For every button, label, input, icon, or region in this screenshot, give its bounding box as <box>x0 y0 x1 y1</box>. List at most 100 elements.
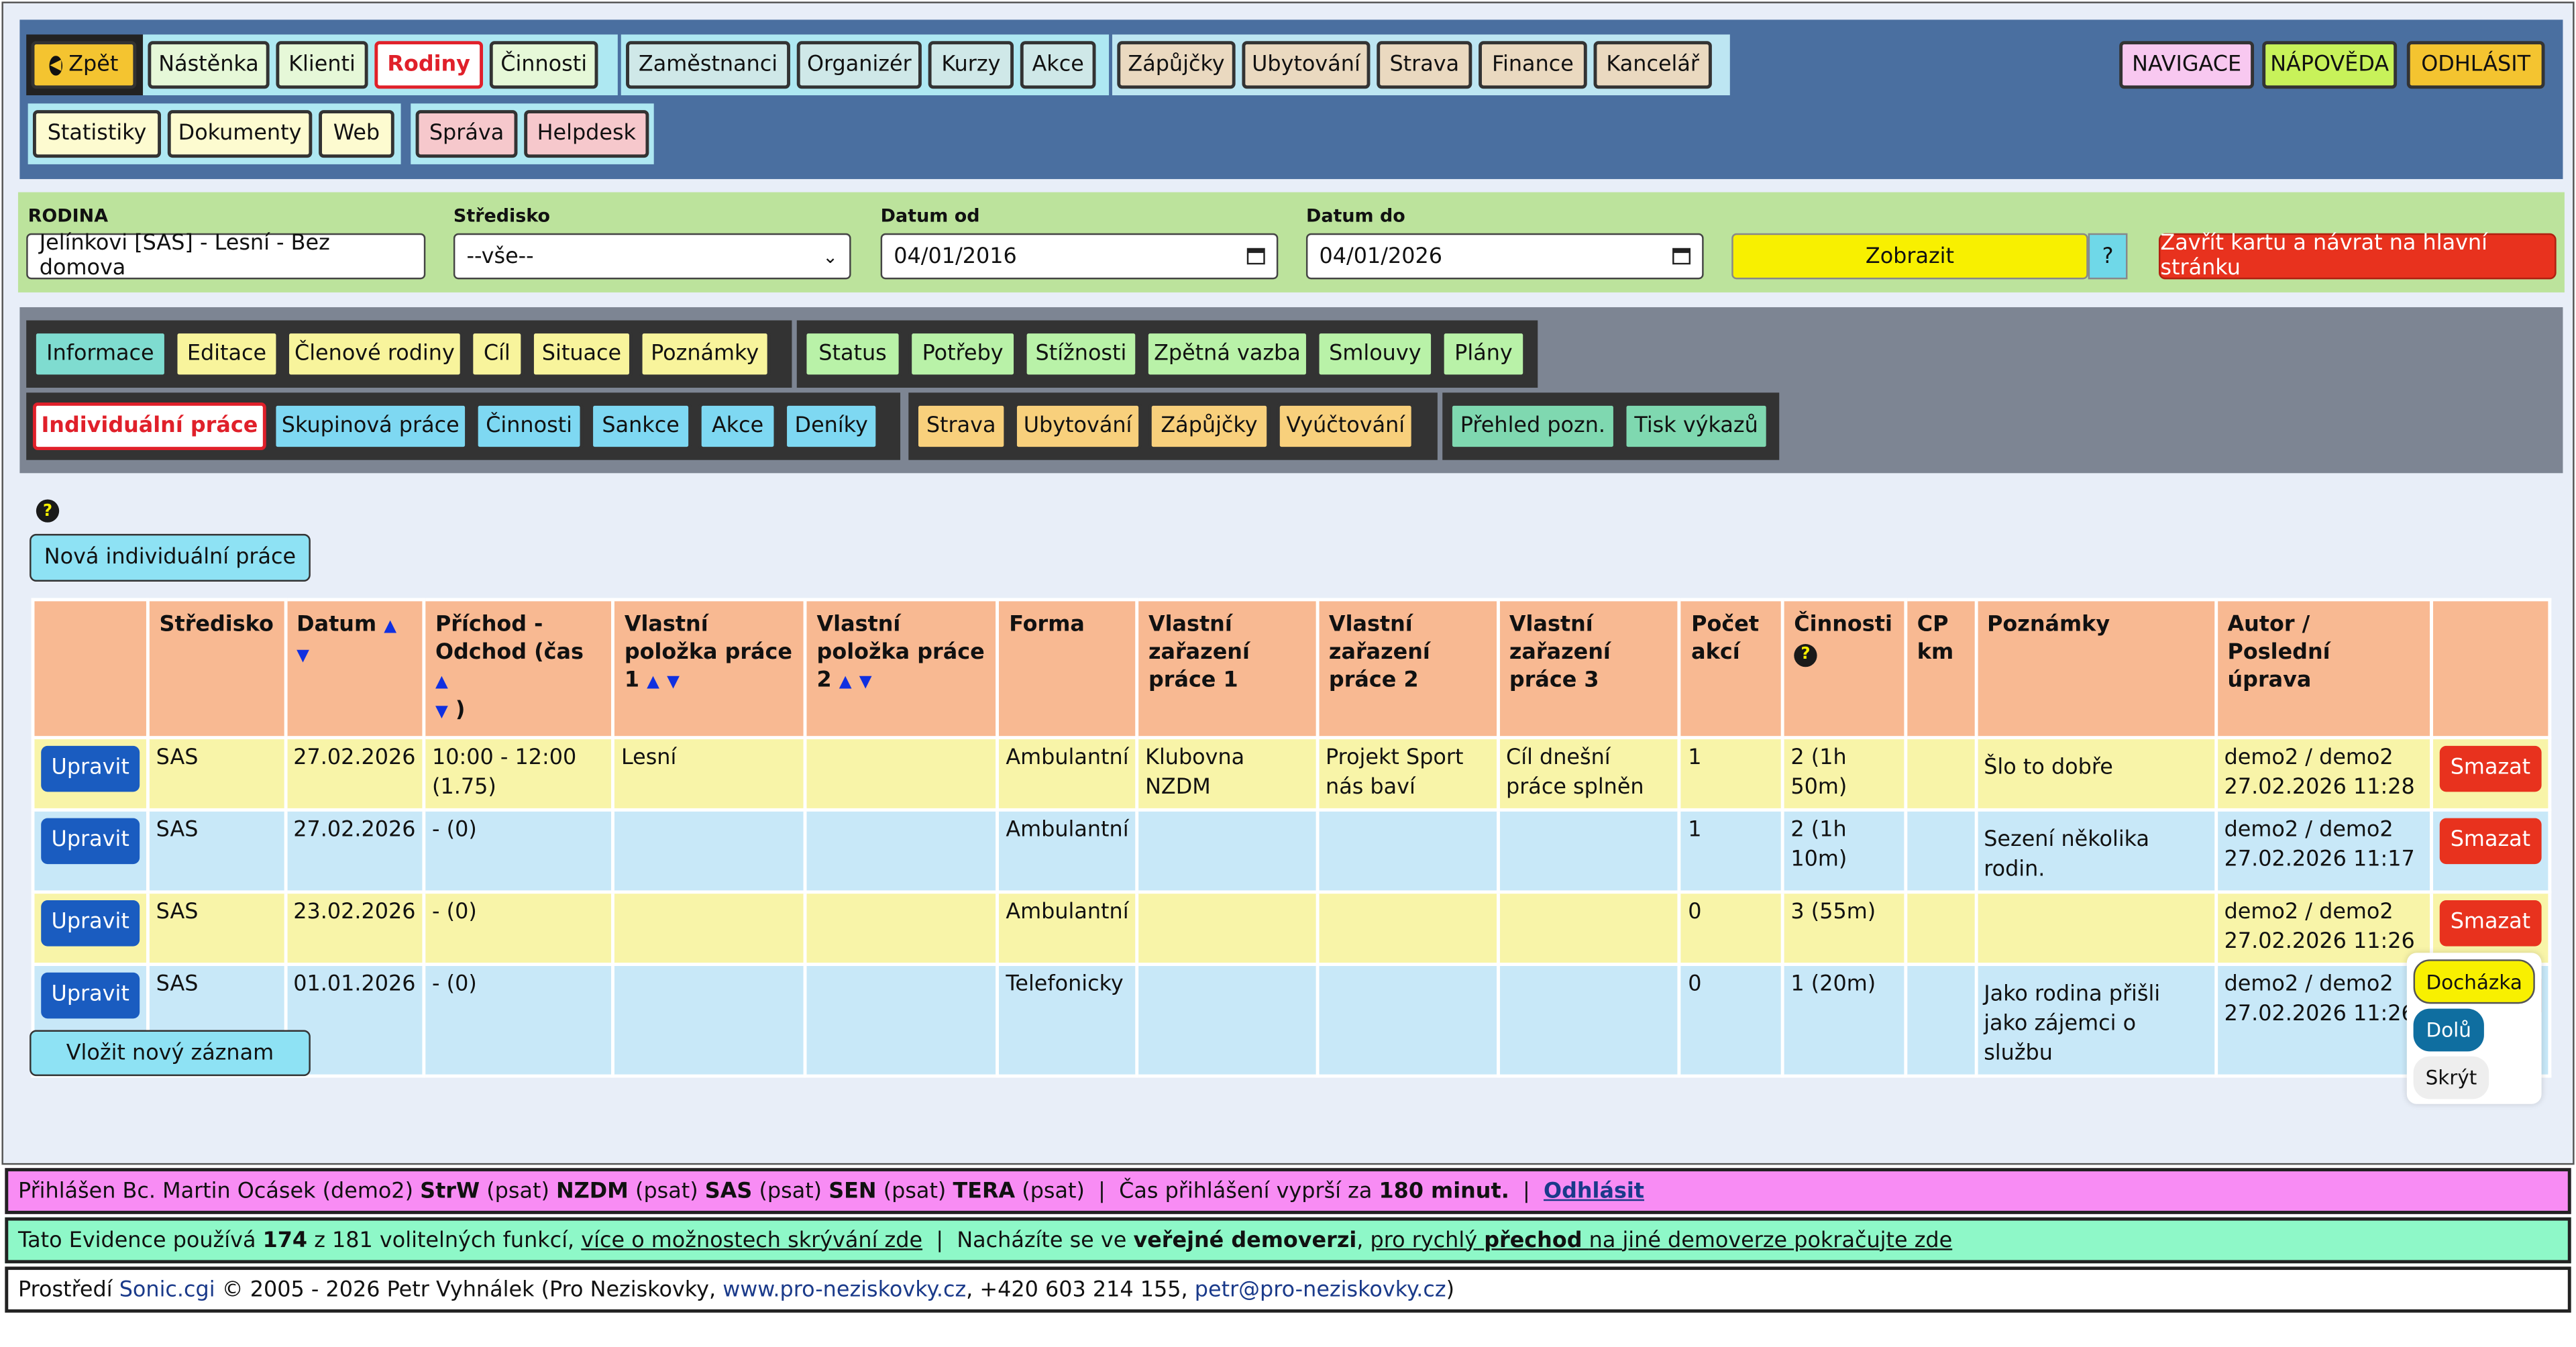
calendar-icon[interactable] <box>1672 248 1691 265</box>
tab-family-members[interactable]: Členové rodiny <box>286 330 464 378</box>
tab-status[interactable]: Status <box>803 330 902 378</box>
other-demos-link[interactable]: pro rychlý přechod na jiné demoverze pok… <box>1371 1228 1953 1253</box>
nav-web[interactable]: Web <box>319 110 394 158</box>
calendar-icon[interactable] <box>1246 248 1265 265</box>
col-center: Středisko <box>146 598 287 740</box>
filter-help-button[interactable]: ? <box>2088 233 2128 280</box>
sort-desc-icon[interactable]: ▼ <box>667 674 680 692</box>
sort-desc-icon[interactable]: ▼ <box>859 674 872 692</box>
date-from-input[interactable]: 04/01/2016 <box>880 233 1279 280</box>
cell-count: 1 <box>1678 808 1784 894</box>
tab-feedback[interactable]: Zpětná vazba <box>1144 330 1309 378</box>
tab-billing[interactable]: Vyúčtování <box>1276 402 1415 451</box>
nav-employees[interactable]: Zaměstnanci <box>626 41 790 89</box>
edit-button[interactable]: Upravit <box>41 818 140 865</box>
tab-edit[interactable]: Editace <box>174 330 280 378</box>
tab-group-work[interactable]: Skupinová práce <box>272 402 468 451</box>
footer-logout-link[interactable]: Odhlásit <box>1544 1179 1644 1203</box>
edit-button[interactable]: Upravit <box>41 972 140 1019</box>
website-link[interactable]: www.pro-neziskovky.cz <box>722 1277 966 1302</box>
sort-asc-icon[interactable]: ▲ <box>435 674 448 692</box>
tab-print-reports[interactable]: Tisk výkazů <box>1623 402 1770 451</box>
sonic-link[interactable]: Sonic.cgi <box>119 1277 215 1302</box>
sort-asc-icon[interactable]: ▲ <box>647 674 659 692</box>
sort-asc-icon[interactable]: ▲ <box>384 618 396 636</box>
cell-cp <box>1904 963 1978 1078</box>
features-count: 174 <box>262 1228 308 1253</box>
tab-loans[interactable]: Zápůjčky <box>1148 402 1271 451</box>
email-link[interactable]: petr@pro-neziskovky.cz <box>1195 1277 1446 1302</box>
cell-form: Telefonicky <box>996 963 1139 1078</box>
close-card-button[interactable]: Zavřít kartu a návrat na hlavní stránku <box>2158 231 2557 281</box>
tab-accommodation[interactable]: Ubytování <box>1014 402 1142 451</box>
delete-button[interactable]: Smazat <box>2439 900 2542 947</box>
tab-goal[interactable]: Cíl <box>470 330 525 378</box>
tab-needs[interactable]: Potřeby <box>908 330 1017 378</box>
sort-desc-icon[interactable]: ▼ <box>435 703 448 721</box>
back-button[interactable]: ◀ Zpět <box>31 41 137 89</box>
nav-activities[interactable]: Činnosti <box>489 41 598 89</box>
tab-events[interactable]: Akce <box>698 402 777 451</box>
help-button[interactable]: NÁPOVĚDA <box>2262 41 2398 89</box>
hiding-info-link[interactable]: více o možnostech skrývání zde <box>581 1228 922 1253</box>
navigation-button[interactable]: NAVIGACE <box>2119 41 2255 89</box>
nav-admin[interactable]: Správa <box>415 110 518 158</box>
tab-complaints[interactable]: Stížnosti <box>1023 330 1139 378</box>
nav-loans[interactable]: Zápůjčky <box>1117 41 1236 89</box>
tab-plans[interactable]: Plány <box>1440 330 1527 378</box>
tab-situation[interactable]: Situace <box>531 330 633 378</box>
col-form-label: Forma <box>1009 612 1085 638</box>
edit-button[interactable]: Upravit <box>41 745 140 792</box>
cell-class1: Klubovna NZDM <box>1135 736 1320 812</box>
help-icon[interactable]: ? <box>1794 643 1817 667</box>
delete-button[interactable]: Smazat <box>2439 745 2542 792</box>
floating-panel: Docházka Dolů Skrýt <box>2406 953 2542 1104</box>
tab-diaries[interactable]: Deníky <box>784 402 879 451</box>
hide-button[interactable]: Skrýt <box>2413 1056 2489 1099</box>
nav-documents[interactable]: Dokumenty <box>167 110 313 158</box>
tab-notes-overview[interactable]: Přehled pozn. <box>1449 402 1617 451</box>
tab-contracts[interactable]: Smlouvy <box>1316 330 1434 378</box>
unit-sas: SAS <box>704 1179 753 1203</box>
help-icon[interactable]: ? <box>36 499 60 523</box>
nav-accommodation[interactable]: Ubytování <box>1242 41 1371 89</box>
features-footer: Tato Evidence používá 174 z 181 voliteln… <box>5 1217 2571 1264</box>
family-tabs: Informace Editace Členové rodiny Cíl Sit… <box>19 307 2563 474</box>
table-row: Upravit SAS 27.02.2026 10:00 - 12:00 (1.75)… <box>31 736 2552 812</box>
nav-organizer[interactable]: Organizér <box>796 41 922 89</box>
nav-helpdesk[interactable]: Helpdesk <box>524 110 649 158</box>
date-to-input[interactable]: 04/01/2026 <box>1305 233 1704 280</box>
nav-clients[interactable]: Klienti <box>276 41 368 89</box>
nav-group-3: Zápůjčky Ubytování Strava Finance Kancel… <box>1112 34 1730 96</box>
nav-events[interactable]: Akce <box>1020 41 1096 89</box>
sort-asc-icon[interactable]: ▲ <box>839 674 852 692</box>
tab-sanctions[interactable]: Sankce <box>590 402 692 451</box>
tab-information[interactable]: Informace <box>32 330 168 378</box>
nav-families[interactable]: Rodiny <box>374 41 484 89</box>
show-button[interactable]: Zobrazit <box>1731 233 2088 280</box>
tab-food[interactable]: Strava <box>915 402 1008 451</box>
tab-individual-work[interactable]: Individuální práce <box>32 402 266 451</box>
new-individual-work-button[interactable]: Nová individuální práce <box>30 533 311 582</box>
nav-finance[interactable]: Finance <box>1479 41 1587 89</box>
tab-activities[interactable]: Činnosti <box>474 402 584 451</box>
nav-office[interactable]: Kancelář <box>1593 41 1712 89</box>
attendance-button[interactable]: Docházka <box>2413 959 2535 1004</box>
logout-button[interactable]: ODHLÁSIT <box>2406 41 2545 89</box>
tab-notes[interactable]: Poznámky <box>639 330 771 378</box>
family-field[interactable]: Jelínkovi [SAS] - Lesní - Bez domova <box>26 231 426 281</box>
sort-desc-icon[interactable]: ▼ <box>297 647 309 665</box>
nav-food[interactable]: Strava <box>1377 41 1472 89</box>
nav-dashboard[interactable]: Nástěnka <box>148 41 270 89</box>
nav-courses[interactable]: Kurzy <box>928 41 1014 89</box>
close-paren: ) <box>1446 1277 1455 1302</box>
center-select[interactable]: --vše-- ⌄ <box>453 233 851 280</box>
insert-record-button[interactable]: Vložit nový záznam <box>30 1030 311 1077</box>
nav-statistics[interactable]: Statistiky <box>32 110 162 158</box>
center-value: --vše-- <box>466 244 534 269</box>
delete-button[interactable]: Smazat <box>2439 818 2542 865</box>
public-demo-label: veřejné demoverzi <box>1133 1228 1357 1253</box>
cell-author: demo2 / demo2 27.02.2026 11:28 <box>2214 736 2433 812</box>
down-button[interactable]: Dolů <box>2413 1008 2484 1052</box>
edit-button[interactable]: Upravit <box>41 900 140 947</box>
